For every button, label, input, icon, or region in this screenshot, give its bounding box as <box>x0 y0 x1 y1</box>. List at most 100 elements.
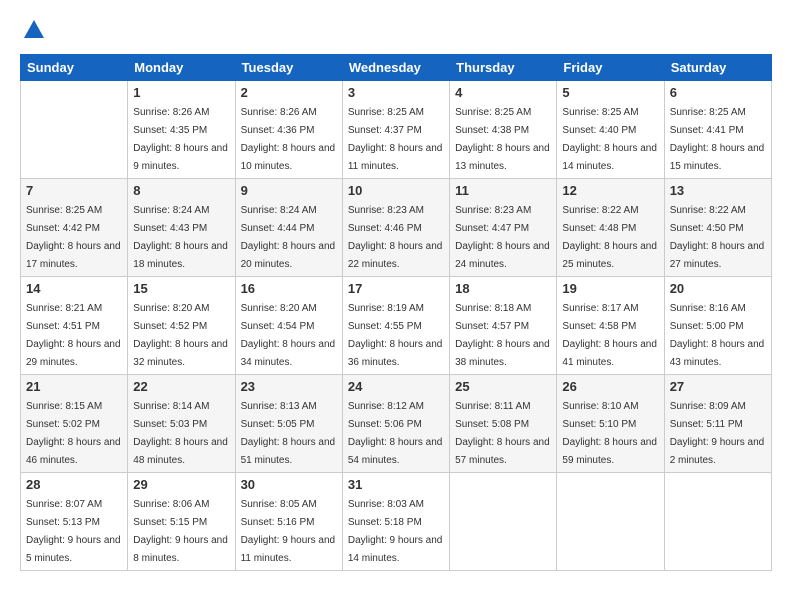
calendar-cell: 12 Sunrise: 8:22 AMSunset: 4:48 PMDaylig… <box>557 179 664 277</box>
day-number: 25 <box>455 379 551 394</box>
day-info: Sunrise: 8:25 AMSunset: 4:41 PMDaylight:… <box>670 107 765 172</box>
calendar-cell: 26 Sunrise: 8:10 AMSunset: 5:10 PMDaylig… <box>557 375 664 473</box>
day-info: Sunrise: 8:17 AMSunset: 4:58 PMDaylight:… <box>562 303 657 368</box>
day-info: Sunrise: 8:20 AMSunset: 4:52 PMDaylight:… <box>133 303 228 368</box>
calendar-cell: 5 Sunrise: 8:25 AMSunset: 4:40 PMDayligh… <box>557 81 664 179</box>
day-number: 2 <box>241 85 337 100</box>
day-number: 4 <box>455 85 551 100</box>
day-number: 3 <box>348 85 444 100</box>
day-number: 13 <box>670 183 766 198</box>
calendar-cell: 13 Sunrise: 8:22 AMSunset: 4:50 PMDaylig… <box>664 179 771 277</box>
weekday-header-thursday: Thursday <box>450 55 557 81</box>
day-number: 16 <box>241 281 337 296</box>
calendar-table: SundayMondayTuesdayWednesdayThursdayFrid… <box>20 54 772 571</box>
weekday-header-monday: Monday <box>128 55 235 81</box>
day-info: Sunrise: 8:26 AMSunset: 4:35 PMDaylight:… <box>133 107 228 172</box>
calendar-cell: 3 Sunrise: 8:25 AMSunset: 4:37 PMDayligh… <box>342 81 449 179</box>
week-row-3: 21 Sunrise: 8:15 AMSunset: 5:02 PMDaylig… <box>21 375 772 473</box>
day-info: Sunrise: 8:19 AMSunset: 4:55 PMDaylight:… <box>348 303 443 368</box>
day-info: Sunrise: 8:09 AMSunset: 5:11 PMDaylight:… <box>670 401 765 466</box>
calendar-cell <box>450 473 557 571</box>
calendar-cell: 22 Sunrise: 8:14 AMSunset: 5:03 PMDaylig… <box>128 375 235 473</box>
calendar-cell: 18 Sunrise: 8:18 AMSunset: 4:57 PMDaylig… <box>450 277 557 375</box>
calendar-cell: 6 Sunrise: 8:25 AMSunset: 4:41 PMDayligh… <box>664 81 771 179</box>
day-info: Sunrise: 8:07 AMSunset: 5:13 PMDaylight:… <box>26 499 121 564</box>
day-info: Sunrise: 8:20 AMSunset: 4:54 PMDaylight:… <box>241 303 336 368</box>
day-number: 20 <box>670 281 766 296</box>
calendar-cell <box>21 81 128 179</box>
day-number: 24 <box>348 379 444 394</box>
day-info: Sunrise: 8:16 AMSunset: 5:00 PMDaylight:… <box>670 303 765 368</box>
day-info: Sunrise: 8:18 AMSunset: 4:57 PMDaylight:… <box>455 303 550 368</box>
day-info: Sunrise: 8:14 AMSunset: 5:03 PMDaylight:… <box>133 401 228 466</box>
calendar-cell: 27 Sunrise: 8:09 AMSunset: 5:11 PMDaylig… <box>664 375 771 473</box>
calendar-cell: 29 Sunrise: 8:06 AMSunset: 5:15 PMDaylig… <box>128 473 235 571</box>
page-container: SundayMondayTuesdayWednesdayThursdayFrid… <box>0 0 792 612</box>
day-info: Sunrise: 8:22 AMSunset: 4:50 PMDaylight:… <box>670 205 765 270</box>
calendar-cell: 7 Sunrise: 8:25 AMSunset: 4:42 PMDayligh… <box>21 179 128 277</box>
calendar-cell: 24 Sunrise: 8:12 AMSunset: 5:06 PMDaylig… <box>342 375 449 473</box>
header <box>20 16 772 44</box>
day-info: Sunrise: 8:21 AMSunset: 4:51 PMDaylight:… <box>26 303 121 368</box>
calendar-cell: 23 Sunrise: 8:13 AMSunset: 5:05 PMDaylig… <box>235 375 342 473</box>
calendar-cell: 15 Sunrise: 8:20 AMSunset: 4:52 PMDaylig… <box>128 277 235 375</box>
day-number: 19 <box>562 281 658 296</box>
day-number: 14 <box>26 281 122 296</box>
day-number: 18 <box>455 281 551 296</box>
calendar-cell: 1 Sunrise: 8:26 AMSunset: 4:35 PMDayligh… <box>128 81 235 179</box>
weekday-header-sunday: Sunday <box>21 55 128 81</box>
calendar-cell: 30 Sunrise: 8:05 AMSunset: 5:16 PMDaylig… <box>235 473 342 571</box>
day-info: Sunrise: 8:23 AMSunset: 4:46 PMDaylight:… <box>348 205 443 270</box>
day-number: 30 <box>241 477 337 492</box>
logo-icon <box>20 16 48 44</box>
day-info: Sunrise: 8:23 AMSunset: 4:47 PMDaylight:… <box>455 205 550 270</box>
weekday-header-friday: Friday <box>557 55 664 81</box>
day-number: 27 <box>670 379 766 394</box>
day-info: Sunrise: 8:12 AMSunset: 5:06 PMDaylight:… <box>348 401 443 466</box>
calendar-cell: 16 Sunrise: 8:20 AMSunset: 4:54 PMDaylig… <box>235 277 342 375</box>
calendar-cell: 28 Sunrise: 8:07 AMSunset: 5:13 PMDaylig… <box>21 473 128 571</box>
day-info: Sunrise: 8:05 AMSunset: 5:16 PMDaylight:… <box>241 499 336 564</box>
calendar-cell: 17 Sunrise: 8:19 AMSunset: 4:55 PMDaylig… <box>342 277 449 375</box>
calendar-cell: 10 Sunrise: 8:23 AMSunset: 4:46 PMDaylig… <box>342 179 449 277</box>
day-info: Sunrise: 8:03 AMSunset: 5:18 PMDaylight:… <box>348 499 443 564</box>
day-info: Sunrise: 8:25 AMSunset: 4:42 PMDaylight:… <box>26 205 121 270</box>
calendar-cell: 20 Sunrise: 8:16 AMSunset: 5:00 PMDaylig… <box>664 277 771 375</box>
weekday-header-wednesday: Wednesday <box>342 55 449 81</box>
weekday-header-row: SundayMondayTuesdayWednesdayThursdayFrid… <box>21 55 772 81</box>
calendar-cell: 4 Sunrise: 8:25 AMSunset: 4:38 PMDayligh… <box>450 81 557 179</box>
day-number: 29 <box>133 477 229 492</box>
day-info: Sunrise: 8:10 AMSunset: 5:10 PMDaylight:… <box>562 401 657 466</box>
calendar-cell: 8 Sunrise: 8:24 AMSunset: 4:43 PMDayligh… <box>128 179 235 277</box>
week-row-2: 14 Sunrise: 8:21 AMSunset: 4:51 PMDaylig… <box>21 277 772 375</box>
day-info: Sunrise: 8:26 AMSunset: 4:36 PMDaylight:… <box>241 107 336 172</box>
day-info: Sunrise: 8:24 AMSunset: 4:44 PMDaylight:… <box>241 205 336 270</box>
day-number: 22 <box>133 379 229 394</box>
week-row-4: 28 Sunrise: 8:07 AMSunset: 5:13 PMDaylig… <box>21 473 772 571</box>
calendar-cell <box>557 473 664 571</box>
day-number: 11 <box>455 183 551 198</box>
calendar-cell: 31 Sunrise: 8:03 AMSunset: 5:18 PMDaylig… <box>342 473 449 571</box>
calendar-cell: 2 Sunrise: 8:26 AMSunset: 4:36 PMDayligh… <box>235 81 342 179</box>
day-number: 9 <box>241 183 337 198</box>
calendar-cell: 21 Sunrise: 8:15 AMSunset: 5:02 PMDaylig… <box>21 375 128 473</box>
calendar-cell: 25 Sunrise: 8:11 AMSunset: 5:08 PMDaylig… <box>450 375 557 473</box>
calendar-cell: 9 Sunrise: 8:24 AMSunset: 4:44 PMDayligh… <box>235 179 342 277</box>
day-number: 17 <box>348 281 444 296</box>
day-number: 7 <box>26 183 122 198</box>
day-number: 1 <box>133 85 229 100</box>
day-number: 12 <box>562 183 658 198</box>
day-number: 10 <box>348 183 444 198</box>
day-info: Sunrise: 8:25 AMSunset: 4:40 PMDaylight:… <box>562 107 657 172</box>
day-info: Sunrise: 8:22 AMSunset: 4:48 PMDaylight:… <box>562 205 657 270</box>
day-info: Sunrise: 8:06 AMSunset: 5:15 PMDaylight:… <box>133 499 228 564</box>
weekday-header-saturday: Saturday <box>664 55 771 81</box>
day-number: 5 <box>562 85 658 100</box>
day-number: 31 <box>348 477 444 492</box>
day-info: Sunrise: 8:25 AMSunset: 4:38 PMDaylight:… <box>455 107 550 172</box>
day-info: Sunrise: 8:11 AMSunset: 5:08 PMDaylight:… <box>455 401 550 466</box>
day-number: 15 <box>133 281 229 296</box>
weekday-header-tuesday: Tuesday <box>235 55 342 81</box>
calendar-cell: 14 Sunrise: 8:21 AMSunset: 4:51 PMDaylig… <box>21 277 128 375</box>
day-number: 21 <box>26 379 122 394</box>
